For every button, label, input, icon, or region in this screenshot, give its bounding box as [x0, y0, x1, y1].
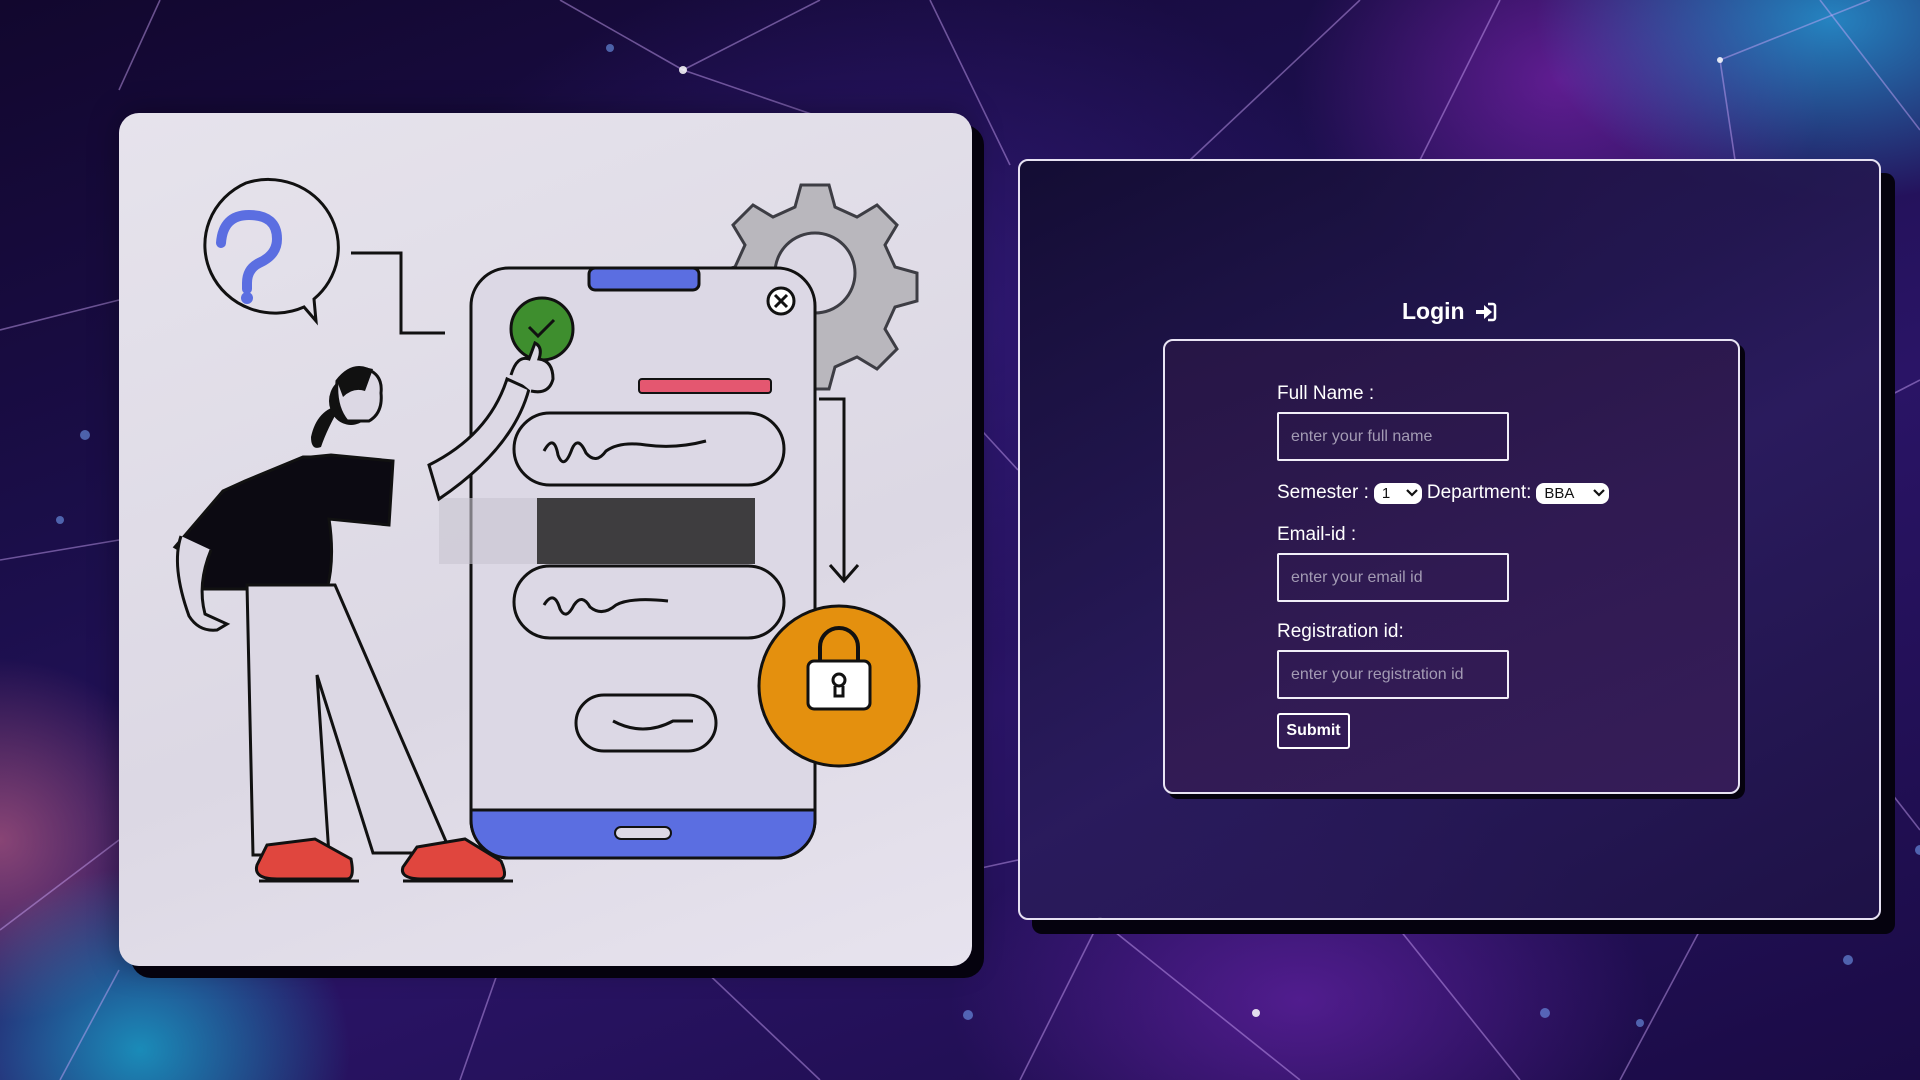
login-heading: Login: [1020, 298, 1879, 325]
registration-input[interactable]: [1277, 650, 1509, 699]
email-label: Email-id :: [1277, 524, 1357, 545]
login-arrow-icon: [1475, 302, 1497, 322]
department-select[interactable]: BBA: [1536, 482, 1610, 504]
semester-select[interactable]: 1: [1373, 482, 1422, 504]
department-label: Department:: [1426, 482, 1532, 503]
phone-mockup: [439, 266, 817, 860]
email-input[interactable]: [1277, 553, 1509, 602]
login-title-text: Login: [1402, 298, 1465, 324]
semester-department-row: Semester : 1 Department: BBA: [1277, 482, 1614, 504]
lock-icon: [757, 604, 921, 768]
checkmark-icon: [509, 296, 575, 362]
close-icon: [766, 286, 796, 316]
submit-button[interactable]: Submit: [1277, 713, 1350, 749]
login-panel: Login Full Name : Semester : 1 Departmen…: [1018, 159, 1881, 920]
department-value: BBA: [1544, 484, 1575, 502]
full-name-label: Full Name :: [1277, 383, 1375, 404]
semester-value: 1: [1381, 484, 1391, 502]
chevron-down-icon: [1593, 489, 1606, 497]
full-name-input[interactable]: [1277, 412, 1509, 461]
login-illustration-card: [119, 113, 972, 966]
question-bubble-icon: [203, 177, 340, 326]
registration-label: Registration id:: [1277, 621, 1404, 642]
chevron-down-icon: [1406, 489, 1418, 497]
login-illustration: [172, 177, 921, 883]
semester-label: Semester :: [1277, 482, 1369, 503]
login-form: Full Name : Semester : 1 Department: BBA…: [1163, 339, 1740, 794]
